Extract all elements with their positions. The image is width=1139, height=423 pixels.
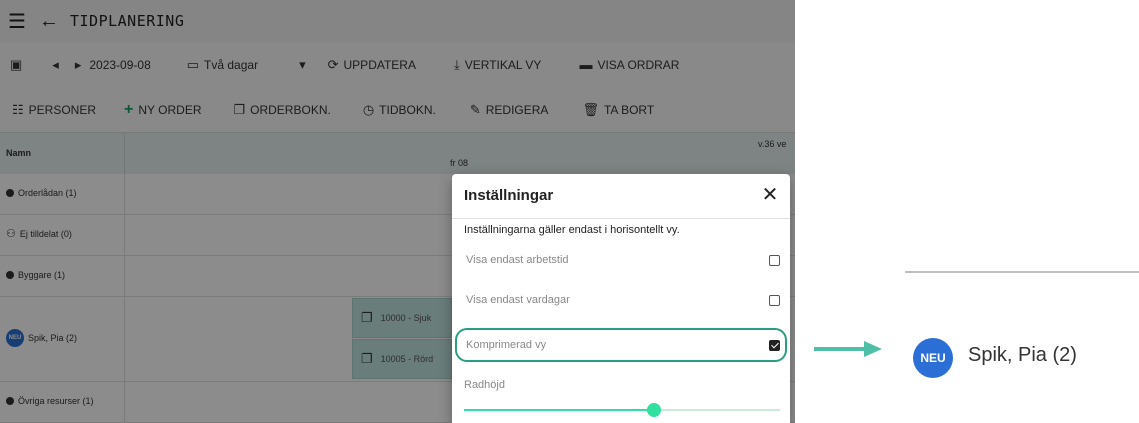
dialog-divider [452,218,790,219]
option-compressed-view[interactable]: Komprimerad vy [462,332,784,358]
resource-name-enlarged: Spik, Pia (2) [968,344,1077,366]
avatar: NEU [913,338,953,378]
arrow-right-icon [814,341,882,357]
option-label: Visa endast arbetstid [466,254,569,266]
working-hours-checkbox[interactable] [769,254,780,266]
weekdays-checkbox[interactable] [769,294,780,306]
close-icon[interactable]: ✕ [757,182,783,208]
option-label: Komprimerad vy [466,339,547,351]
option-label: Visa endast vardagar [466,294,570,306]
app-window: ☰ ← TIDPLANERING ▣ ◂ ▸ 2023-09-08 ▭ Två … [0,0,795,423]
settings-dialog: Inställningar ✕ Inställningarna gäller e… [452,174,790,423]
option-weekdays[interactable]: Visa endast vardagar [462,287,784,313]
option-working-hours[interactable]: Visa endast arbetstid [462,247,784,273]
callout-divider [905,271,1139,273]
row-height-slider-thumb[interactable] [646,403,661,417]
dialog-title: Inställningar [464,187,554,204]
row-height-label: Radhöjd [464,379,505,391]
row-height-slider-fill [464,409,654,411]
compressed-view-checkbox[interactable] [769,339,780,351]
dialog-note: Inställningarna gäller endast i horisont… [464,224,680,236]
stage: ☰ ← TIDPLANERING ▣ ◂ ▸ 2023-09-08 ▭ Två … [0,0,1139,423]
